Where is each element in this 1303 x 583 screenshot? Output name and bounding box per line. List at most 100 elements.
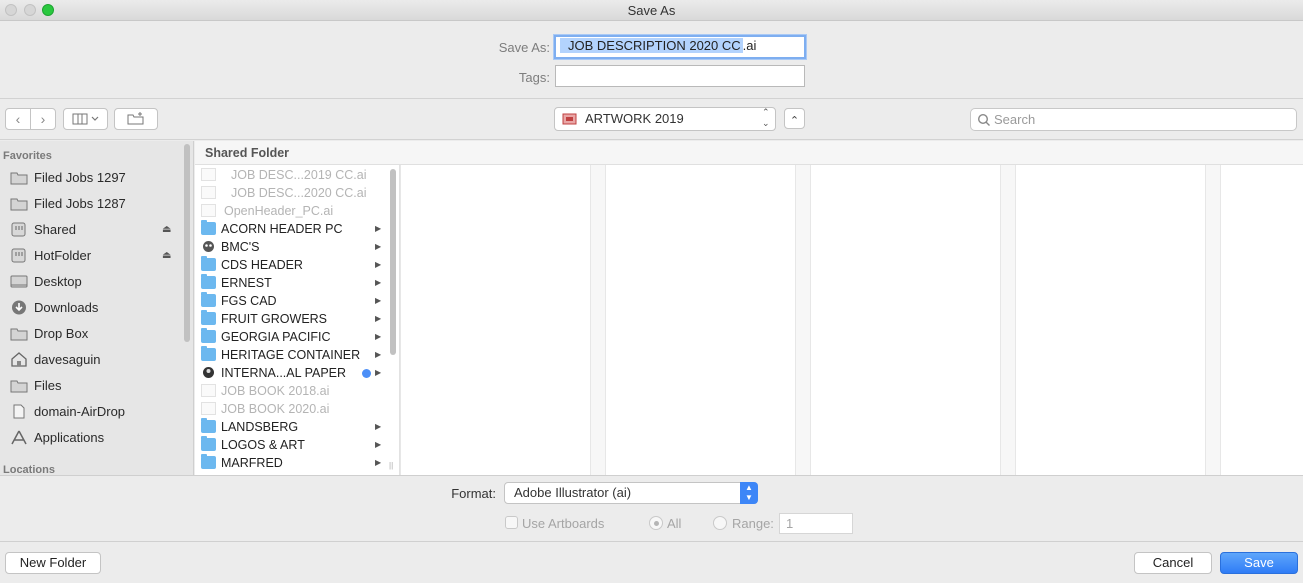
- sidebar-item-label: Files: [34, 378, 62, 393]
- browser-column-6: [1220, 165, 1303, 475]
- folder-icon: [10, 380, 28, 393]
- folder-icon: [201, 220, 216, 235]
- filename-field[interactable]: JOB DESCRIPTION 2020 CC .ai: [554, 35, 806, 59]
- document-icon: [201, 402, 216, 415]
- sidebar-item-filed-jobs-1287[interactable]: Filed Jobs 1287: [10, 194, 180, 214]
- column-scrollbar[interactable]: [390, 169, 396, 355]
- sidebar-item-label: Downloads: [34, 300, 99, 315]
- updown-chevron-icon: ⌃ ⌄: [762, 107, 770, 128]
- applications-icon: [11, 430, 27, 445]
- custom-folder-icon: [203, 367, 214, 378]
- save-button[interactable]: Save: [1220, 552, 1298, 574]
- sidebar-item-downloads[interactable]: Downloads: [10, 298, 180, 318]
- list-item[interactable]: LOGOS & ART ▶: [201, 436, 386, 454]
- updown-chevron-icon: ▲ ▼: [740, 482, 758, 504]
- location-popup[interactable]: ARTWORK 2019 ⌃ ⌄: [554, 107, 776, 131]
- disclosure-arrow-icon: ▶: [375, 332, 382, 341]
- range-radio[interactable]: [713, 516, 727, 530]
- chevron-left-icon: ‹: [15, 111, 21, 127]
- chevron-up-icon: ⌃: [789, 115, 800, 127]
- disclosure-arrow-icon: ▶: [375, 368, 382, 377]
- folder-icon: [201, 346, 216, 361]
- sidebar-scrollbar[interactable]: [184, 144, 190, 342]
- list-item[interactable]: INTERNA...AL PAPER ▶: [201, 364, 386, 382]
- sidebar-item-files[interactable]: Files: [10, 376, 180, 396]
- disclosure-arrow-icon: ▶: [375, 458, 382, 467]
- search-placeholder: Search: [994, 112, 1036, 127]
- sidebar: Favorites Filed Jobs 1297 Filed Jobs 128…: [0, 141, 194, 475]
- eject-icon[interactable]: ⏏: [162, 246, 171, 266]
- back-button[interactable]: ‹: [5, 108, 31, 130]
- all-radio[interactable]: [649, 516, 663, 530]
- use-artboards-label: Use Artboards: [522, 516, 605, 531]
- list-item[interactable]: JOB DESC...2020 CC.ai: [201, 184, 386, 202]
- column-divider: [795, 165, 810, 475]
- eject-icon[interactable]: ⏏: [162, 220, 171, 240]
- list-item[interactable]: JOB BOOK 2018.ai: [201, 382, 386, 400]
- list-item[interactable]: OpenHeader_PC.ai: [201, 202, 386, 220]
- browser-column-4: [810, 165, 1000, 475]
- folder-icon: [201, 256, 216, 271]
- title-bar: Save As: [0, 0, 1303, 21]
- tags-field[interactable]: [555, 65, 805, 87]
- list-item[interactable]: FGS CAD ▶: [201, 292, 386, 310]
- filename-extension: .ai: [742, 38, 757, 53]
- home-icon: [11, 352, 27, 367]
- custom-folder-icon: [203, 241, 214, 252]
- new-folder-icon: [127, 112, 144, 125]
- list-item[interactable]: GEORGIA PACIFIC ▶: [201, 328, 386, 346]
- window-title: Save As: [627, 3, 676, 18]
- column-divider: [1205, 165, 1220, 475]
- format-value: Adobe Illustrator (ai): [514, 485, 632, 500]
- list-item[interactable]: LANDSBERG ▶: [201, 418, 386, 436]
- sidebar-item-applications[interactable]: Applications: [10, 428, 180, 448]
- list-item[interactable]: ERNEST ▶: [201, 274, 386, 292]
- collapse-button[interactable]: ⌃: [784, 108, 805, 129]
- sidebar-item-label: Drop Box: [34, 326, 89, 341]
- range-label: Range:: [732, 516, 774, 531]
- location-popup-label: ARTWORK 2019: [585, 111, 684, 126]
- sidebar-item-desktop[interactable]: Desktop: [10, 272, 180, 292]
- sidebar-item-label: Desktop: [34, 274, 82, 289]
- list-item[interactable]: BMC'S ▶: [201, 238, 386, 256]
- list-item[interactable]: CDS HEADER ▶: [201, 256, 386, 274]
- column-divider: [1000, 165, 1015, 475]
- sidebar-item-filed-jobs-1297[interactable]: Filed Jobs 1297: [10, 168, 180, 188]
- sidebar-item-hotfolder[interactable]: HotFolder ⏏: [10, 246, 180, 266]
- list-item[interactable]: HERITAGE CONTAINER ▶: [201, 346, 386, 364]
- browser-column-5: [1015, 165, 1205, 475]
- sidebar-item-label: davesaguin: [34, 352, 101, 367]
- cancel-button[interactable]: Cancel: [1134, 552, 1212, 574]
- save-as-panel: Save As: JOB DESCRIPTION 2020 CC .ai Tags…: [0, 21, 1303, 99]
- sidebar-item-domain-airdrop[interactable]: domain-AirDrop: [10, 402, 180, 422]
- chevron-right-icon: ›: [40, 111, 46, 127]
- sidebar-item-davesaguin[interactable]: davesaguin: [10, 350, 180, 370]
- shared-folder-icon: [562, 113, 577, 125]
- list-item[interactable]: JOB DESC...2019 CC.ai: [201, 166, 386, 184]
- save-as-label: Save As:: [498, 40, 550, 55]
- search-field[interactable]: Search: [970, 108, 1297, 131]
- folder-icon: [201, 310, 216, 325]
- list-item[interactable]: ACORN HEADER PC ▶: [201, 220, 386, 238]
- sidebar-item-label: domain-AirDrop: [34, 404, 126, 419]
- use-artboards-checkbox[interactable]: [505, 516, 518, 529]
- forward-button[interactable]: ›: [30, 108, 56, 130]
- document-icon: [201, 384, 216, 397]
- list-item[interactable]: FRUIT GROWERS ▶: [201, 310, 386, 328]
- sidebar-item-drop-box[interactable]: Drop Box: [10, 324, 180, 344]
- format-label: Format:: [451, 486, 496, 501]
- column-divider: [590, 165, 605, 475]
- sidebar-item-label: Filed Jobs 1297: [34, 170, 126, 185]
- list-item[interactable]: JOB BOOK 2020.ai: [201, 400, 386, 418]
- list-item[interactable]: MARFRED ▶: [201, 454, 386, 472]
- sidebar-item-shared[interactable]: Shared ⏏: [10, 220, 180, 240]
- range-field[interactable]: 1: [779, 513, 853, 534]
- locations-heading: Locations: [3, 464, 55, 475]
- format-popup[interactable]: Adobe Illustrator (ai) ▲ ▼: [504, 482, 758, 504]
- sidebar-item-label: Shared: [34, 222, 76, 237]
- new-folder-toolbar-button[interactable]: [114, 108, 158, 130]
- column-resize-handle[interactable]: ||: [389, 461, 393, 470]
- path-header: Shared Folder: [195, 141, 1303, 165]
- new-folder-button[interactable]: New Folder: [5, 552, 101, 574]
- view-mode-button[interactable]: [63, 108, 108, 130]
